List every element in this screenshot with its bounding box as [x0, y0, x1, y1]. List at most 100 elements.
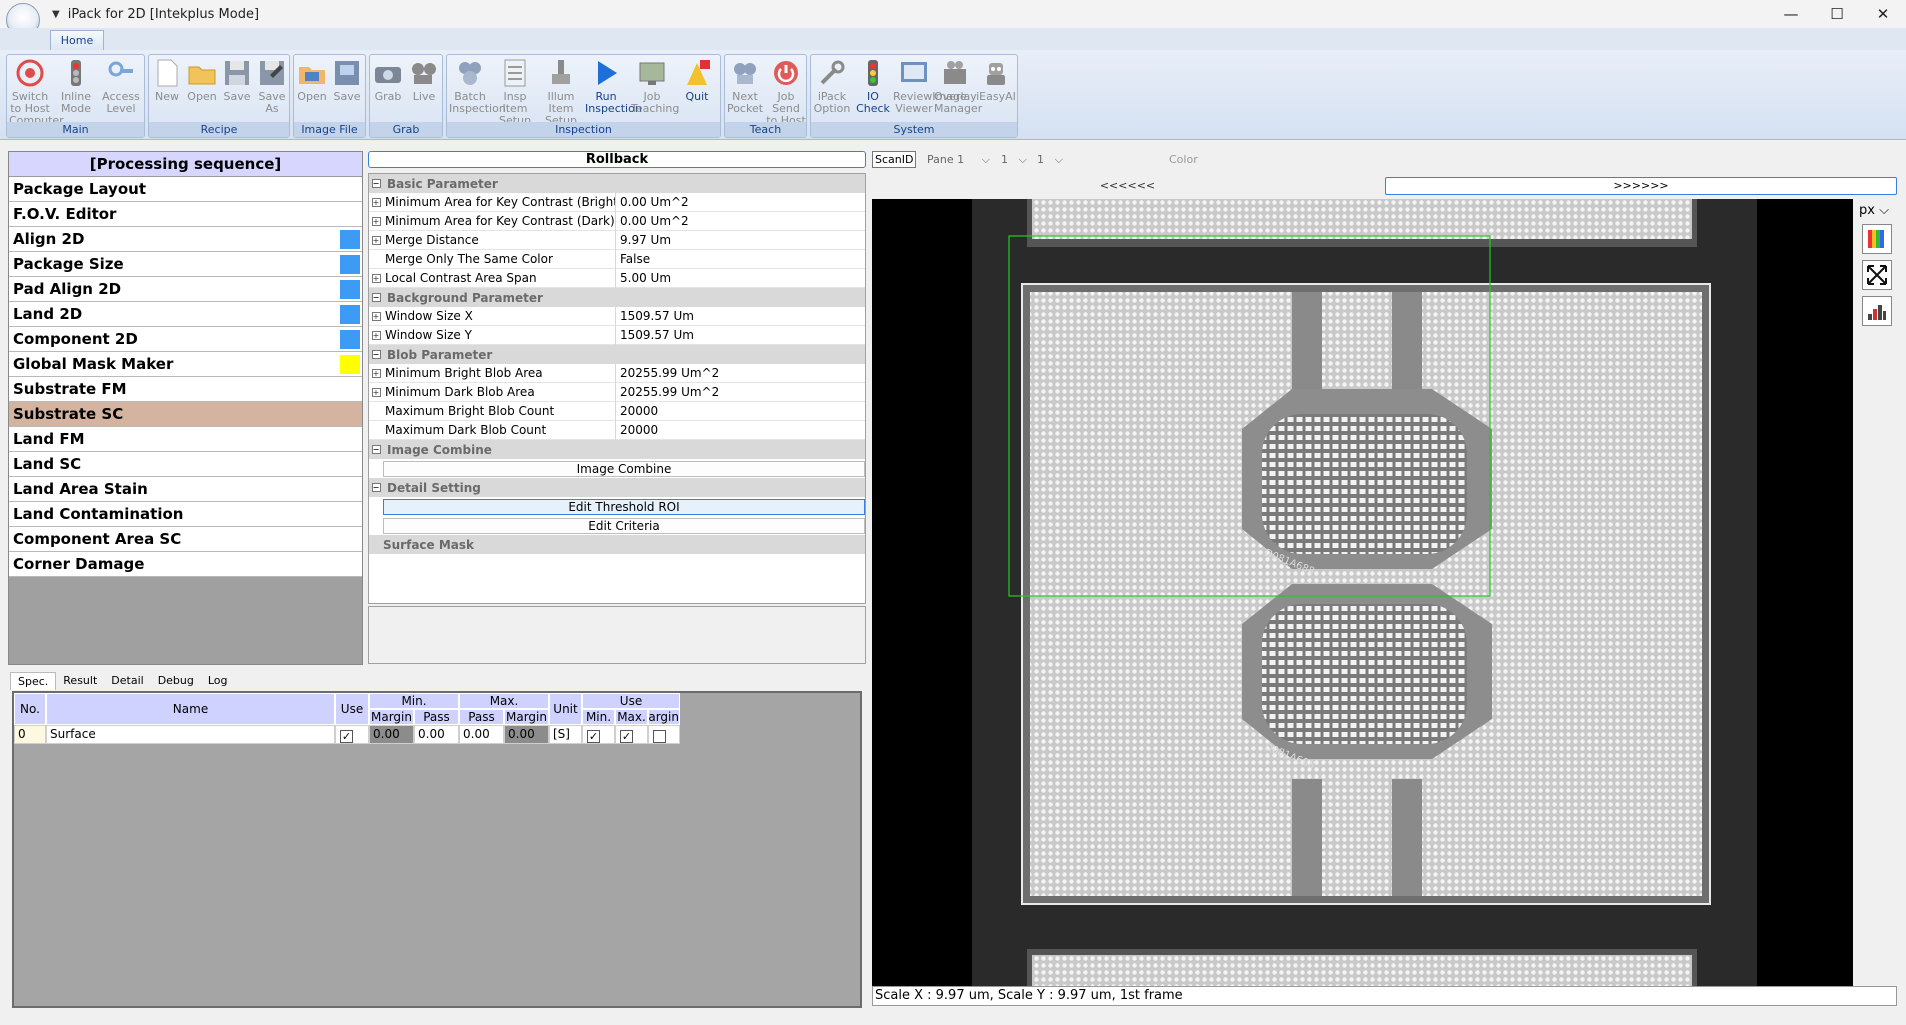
quick-access-dropdown-icon[interactable]: ▼: [52, 9, 60, 20]
property-value[interactable]: 1509.57 Um: [616, 328, 694, 342]
property-row[interactable]: + Window Size X 1509.57 Um: [369, 306, 865, 326]
use-checkbox[interactable]: ✓: [340, 730, 353, 743]
quit-button[interactable]: Quit: [676, 57, 718, 103]
access-level-button[interactable]: Access Level: [100, 57, 142, 115]
expand-icon[interactable]: +: [369, 307, 383, 326]
expand-icon[interactable]: +: [369, 212, 383, 231]
pane-select[interactable]: Pane 1 ⌵: [924, 151, 994, 168]
histogram-icon[interactable]: [1862, 296, 1892, 326]
live-button[interactable]: Live: [403, 57, 445, 103]
edit-threshold-roi-button[interactable]: Edit Threshold ROI: [383, 498, 865, 515]
color-map-icon[interactable]: [1862, 224, 1892, 254]
batch-inspection-button[interactable]: Batch Inspection: [449, 57, 506, 115]
property-value[interactable]: 20000: [616, 404, 658, 418]
expand-icon[interactable]: +: [369, 364, 383, 383]
category-background-parameter[interactable]: − Background Parameter: [369, 288, 865, 307]
row-max-margin[interactable]: 0.00: [504, 725, 549, 744]
property-value[interactable]: 1509.57 Um: [616, 309, 694, 323]
category-surface-mask[interactable]: Surface Mask: [369, 535, 865, 554]
sequence-item-package-size[interactable]: Package Size: [9, 252, 362, 277]
sequence-item-align-2d[interactable]: Align 2D: [9, 227, 362, 252]
sequence-item-substrate-fm[interactable]: Substrate FM: [9, 377, 362, 402]
tab-result[interactable]: Result: [56, 672, 104, 690]
tab-spec[interactable]: Spec.: [10, 672, 57, 690]
switch-to-host-computer-button[interactable]: Switch to Host Computer: [9, 57, 64, 127]
sequence-item-land-2d[interactable]: Land 2D: [9, 302, 362, 327]
property-row[interactable]: + Window Size Y 1509.57 Um: [369, 325, 865, 345]
fit-view-icon[interactable]: [1862, 260, 1892, 290]
sequence-item-land-contamination[interactable]: Land Contamination: [9, 502, 362, 527]
property-row[interactable]: Merge Only The Same Color False: [369, 249, 865, 269]
property-row[interactable]: Maximum Bright Blob Count 20000: [369, 401, 865, 421]
run-inspection-button[interactable]: Run Inspection: [585, 57, 642, 115]
sequence-item-corner-damage[interactable]: Corner Damage: [9, 552, 362, 577]
inline-mode-button[interactable]: Inline Mode: [55, 57, 97, 115]
unit-select[interactable]: px ⌵: [1859, 203, 1897, 218]
property-row[interactable]: + Local Contrast Area Span 5.00 Um: [369, 268, 865, 288]
next-pocket-button[interactable]: Next Pocket: [724, 57, 766, 115]
frame-select-1[interactable]: 1 ⌵: [998, 151, 1030, 168]
collapse-icon[interactable]: −: [369, 445, 383, 454]
frame-select-2[interactable]: 1 ⌵: [1034, 151, 1066, 168]
property-value[interactable]: 5.00 Um: [616, 271, 671, 285]
sequence-item-pad-align-2d[interactable]: Pad Align 2D: [9, 277, 362, 302]
category-image-combine[interactable]: − Image Combine: [369, 440, 865, 459]
sequence-item-component-area-sc[interactable]: Component Area SC: [9, 527, 362, 552]
property-value[interactable]: False: [616, 252, 650, 266]
sequence-item-global-mask-maker[interactable]: Global Mask Maker: [9, 352, 362, 377]
sequence-item-land-fm[interactable]: Land FM: [9, 427, 362, 452]
property-value[interactable]: 9.97 Um: [616, 233, 671, 247]
tab-home[interactable]: Home: [50, 30, 104, 50]
row-min-margin[interactable]: 0.00: [369, 725, 414, 744]
use-margin-checkbox[interactable]: [653, 730, 666, 743]
property-value[interactable]: 0.00 Um^2: [616, 214, 689, 228]
use-min-checkbox[interactable]: ✓: [587, 730, 600, 743]
edit-criteria-button[interactable]: Edit Criteria: [383, 517, 865, 534]
sequence-item-land-area-stain[interactable]: Land Area Stain: [9, 477, 362, 502]
collapse-icon[interactable]: −: [369, 350, 383, 359]
property-value[interactable]: 20255.99 Um^2: [616, 366, 719, 380]
io-check-button[interactable]: IO Check: [852, 57, 894, 115]
category-detail-setting[interactable]: − Detail Setting: [369, 478, 865, 497]
collapse-icon[interactable]: −: [369, 293, 383, 302]
rollback-button[interactable]: Rollback: [368, 151, 866, 168]
insp-item-setup-button[interactable]: Insp Item Setup: [494, 57, 536, 127]
sequence-item-package-layout[interactable]: Package Layout: [9, 177, 362, 202]
expand-icon[interactable]: +: [369, 231, 383, 250]
tab-log[interactable]: Log: [201, 672, 235, 690]
row-max-pass[interactable]: 0.00: [459, 725, 504, 744]
tab-detail[interactable]: Detail: [104, 672, 150, 690]
sequence-item-land-sc[interactable]: Land SC: [9, 452, 362, 477]
row-min-pass[interactable]: 0.00: [414, 725, 459, 744]
ipack-option-button[interactable]: iPack Option: [811, 57, 853, 115]
expand-icon[interactable]: +: [369, 193, 383, 212]
collapse-icon[interactable]: −: [369, 179, 383, 188]
job-teaching-button[interactable]: Job Teaching: [631, 57, 679, 115]
save-as-button[interactable]: Save As: [251, 57, 293, 115]
row-name[interactable]: Surface: [46, 725, 335, 744]
ieasyai-button[interactable]: iEasyAI: [975, 57, 1017, 103]
property-value[interactable]: 20000: [616, 423, 658, 437]
use-max-checkbox[interactable]: ✓: [620, 730, 633, 743]
next-frame-button[interactable]: >>>>>>: [1385, 177, 1897, 195]
property-row[interactable]: + Merge Distance 9.97 Um: [369, 230, 865, 250]
property-value[interactable]: 0.00 Um^2: [616, 195, 689, 209]
sequence-item-substrate-sc[interactable]: Substrate SC: [9, 402, 362, 427]
save-button[interactable]: Save: [326, 57, 368, 103]
property-value[interactable]: 20255.99 Um^2: [616, 385, 719, 399]
property-row[interactable]: Maximum Dark Blob Count 20000: [369, 420, 865, 440]
image-viewer[interactable]: D081A688 D081A688: [872, 199, 1853, 986]
overlay-manager-button[interactable]: Overlay Manager: [934, 57, 982, 115]
collapse-icon[interactable]: −: [369, 483, 383, 492]
property-row[interactable]: + Minimum Area for Key Contrast (Dark) 0.0…: [369, 211, 865, 231]
property-row[interactable]: + Minimum Bright Blob Area 20255.99 Um^2: [369, 363, 865, 383]
tab-debug[interactable]: Debug: [151, 672, 201, 690]
illum-item-setup-button[interactable]: Illum Item Setup: [540, 57, 582, 127]
expand-icon[interactable]: +: [369, 383, 383, 402]
category-blob-parameter[interactable]: − Blob Parameter: [369, 345, 865, 364]
minimize-button[interactable]: —: [1768, 0, 1814, 28]
expand-icon[interactable]: +: [369, 269, 383, 288]
expand-icon[interactable]: +: [369, 326, 383, 345]
reviewimage-viewer-button[interactable]: ReviewImage Viewer: [893, 57, 967, 115]
sequence-item-component-2d[interactable]: Component 2D: [9, 327, 362, 352]
